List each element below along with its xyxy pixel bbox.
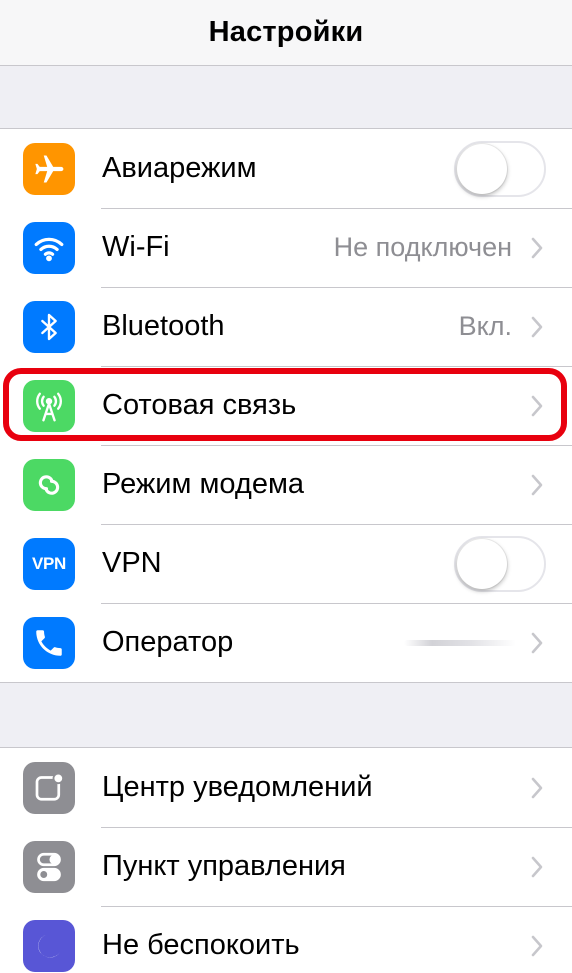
settings-row-label: VPN [102,547,162,579]
bluetooth-icon [23,300,75,353]
phone-handset-icon [23,616,75,669]
control-center-icon [23,840,75,893]
wifi-status-value: Не подключен [333,232,512,262]
settings-group-system: Центр уведомлений Пункт управления Не бе… [0,747,572,973]
settings-row-control-center[interactable]: Пункт управления [0,827,572,906]
chain-link-icon [23,458,75,511]
airplane-mode-toggle[interactable] [454,140,546,197]
settings-row-wifi[interactable]: Wi-Fi Не подключен [0,208,572,287]
settings-row-label: Режим модема [102,468,305,500]
settings-row-label: Пункт управления [102,850,346,882]
settings-row-bluetooth[interactable]: Bluetooth Вкл. [0,287,572,366]
chevron-right-icon [531,237,543,258]
settings-row-airplane-mode[interactable]: Авиарежим [0,129,572,208]
notification-center-icon [23,761,75,814]
toggle-knob [457,143,507,194]
carrier-name-blurred [404,639,516,646]
settings-row-carrier[interactable]: Оператор [0,603,572,682]
vpn-icon-label: VPN [31,553,67,573]
chevron-right-icon [531,632,543,653]
cellular-antenna-icon [23,379,75,432]
wifi-icon [23,221,75,274]
settings-row-label: Оператор [102,626,234,658]
chevron-right-icon [531,474,543,495]
vpn-icon: VPN [23,537,75,590]
toggle-knob [457,538,507,589]
settings-row-label: Bluetooth [102,310,225,342]
vpn-toggle[interactable] [454,535,546,592]
settings-row-vpn[interactable]: VPN VPN [0,524,572,603]
settings-row-label: Центр уведомлений [102,771,373,803]
settings-row-label: Авиарежим [102,152,257,184]
page-title: Настройки [208,16,364,48]
airplane-icon [23,142,75,195]
settings-row-do-not-disturb[interactable]: Не беспокоить [0,906,572,973]
chevron-right-icon [531,395,543,416]
settings-row-label: Сотовая связь [102,389,297,421]
navigation-bar: Настройки [0,0,572,66]
chevron-right-icon [531,316,543,337]
settings-row-label: Не беспокоить [102,929,300,961]
settings-row-cellular[interactable]: Сотовая связь [0,366,572,445]
settings-row-personal-hotspot[interactable]: Режим модема [0,445,572,524]
chevron-right-icon [531,856,543,877]
settings-group-connectivity: Авиарежим Wi-Fi Не подключен Bluetooth В… [0,128,572,683]
bluetooth-status-value: Вкл. [458,311,512,341]
moon-icon [23,919,75,972]
chevron-right-icon [531,777,543,798]
settings-row-label: Wi-Fi [102,231,170,263]
chevron-right-icon [531,935,543,956]
settings-row-notification-center[interactable]: Центр уведомлений [0,748,572,827]
